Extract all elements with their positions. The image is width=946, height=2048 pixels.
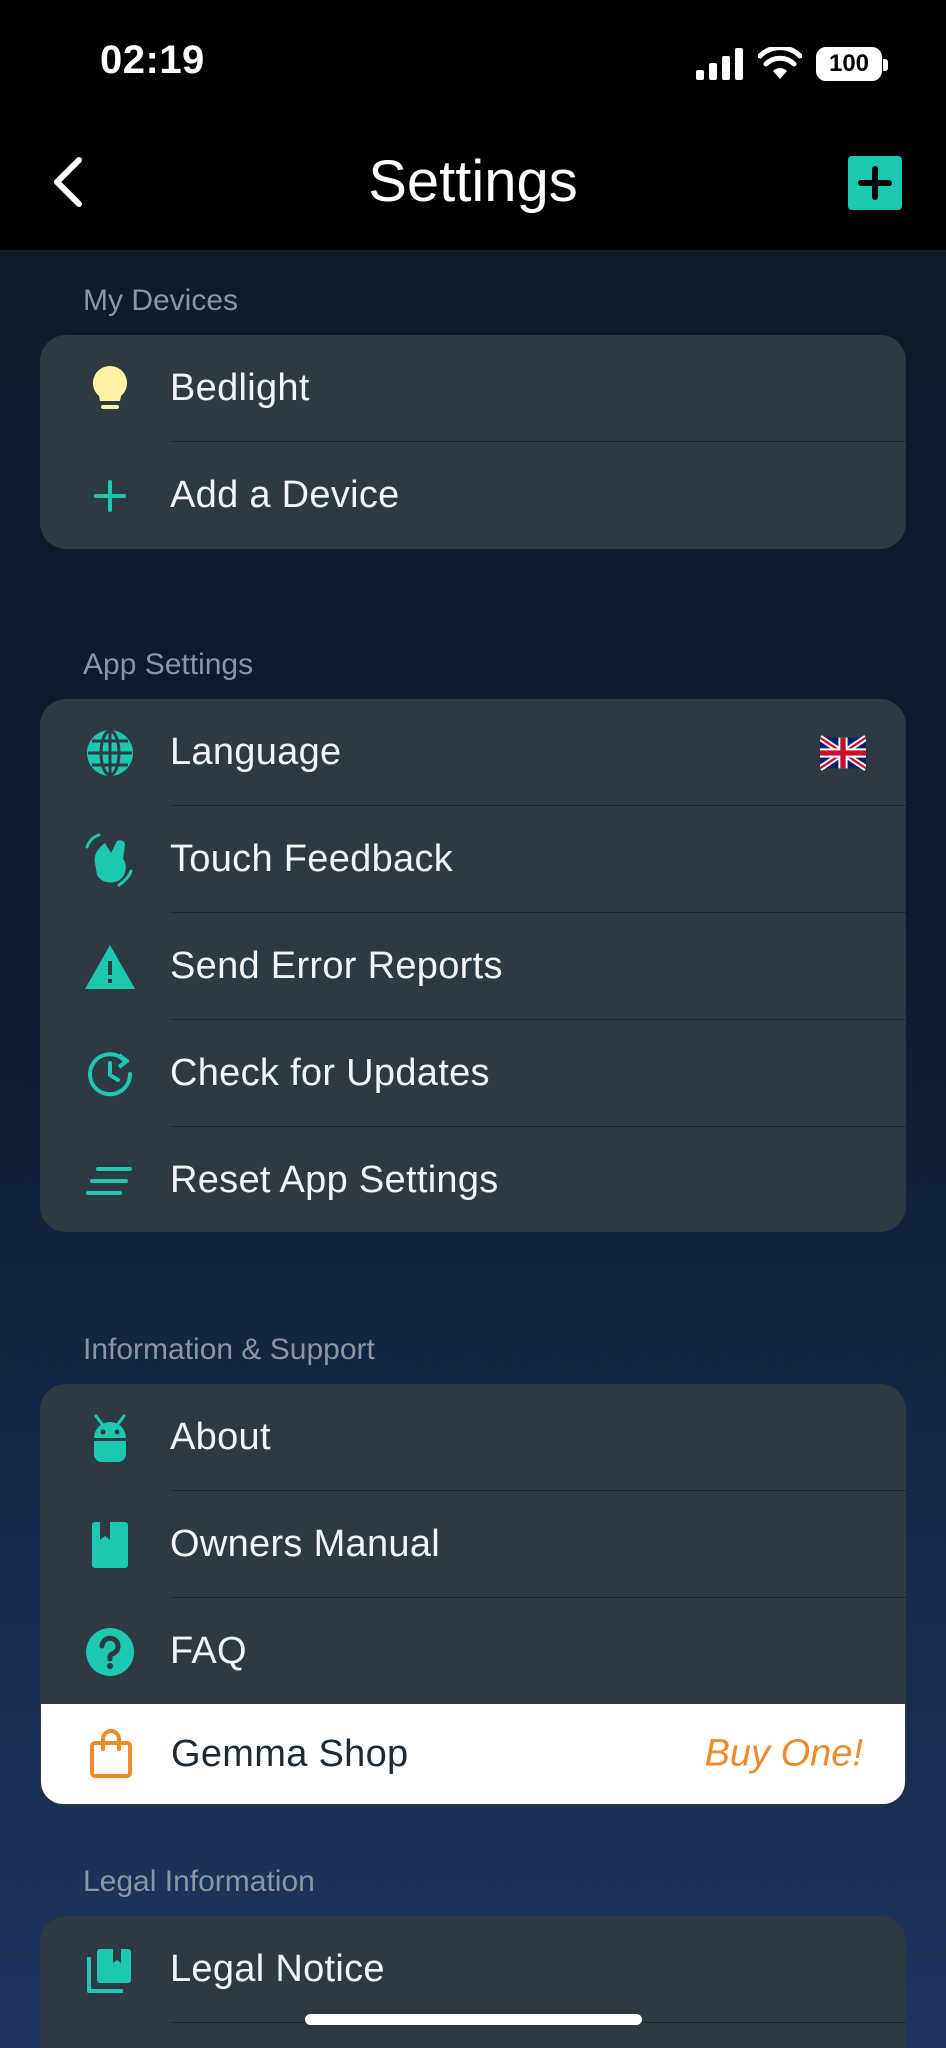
legal-row-notice[interactable]: Legal Notice — [40, 1916, 906, 2023]
add-device-row[interactable]: Add a Device — [40, 442, 906, 549]
uk-flag-icon — [820, 734, 866, 771]
globe-icon — [80, 723, 140, 783]
add-device-label: Add a Device — [170, 474, 400, 516]
lightbulb-icon — [80, 359, 140, 419]
battery-indicator: 100 — [816, 47, 888, 81]
gemma-shop-row[interactable]: Gemma Shop Buy One! — [41, 1704, 905, 1804]
setting-row-error-reports[interactable]: Send Error Reports — [40, 913, 906, 1020]
section-header-my-devices: My Devices — [83, 284, 239, 317]
book-icon — [80, 1515, 140, 1575]
android-icon — [80, 1408, 140, 1468]
reset-settings-label: Reset App Settings — [170, 1159, 499, 1201]
warning-icon — [80, 937, 140, 997]
touch-feedback-label: Touch Feedback — [170, 838, 454, 880]
waving-hand-icon — [80, 830, 140, 890]
info-row-owners-manual[interactable]: Owners Manual — [40, 1491, 906, 1598]
error-reports-label: Send Error Reports — [170, 945, 503, 987]
section-header-legal: Legal Information — [83, 1865, 315, 1898]
device-row-bedlight[interactable]: Bedlight — [40, 335, 906, 442]
owners-manual-label: Owners Manual — [170, 1523, 441, 1565]
setting-row-reset[interactable]: Reset App Settings — [40, 1127, 906, 1232]
section-header-app-settings: App Settings — [83, 648, 254, 681]
app-settings-card: Language Touch Feedback Send Error Repor… — [40, 699, 906, 1232]
info-row-about[interactable]: About — [40, 1384, 906, 1491]
question-icon — [80, 1622, 140, 1682]
legal-notice-label: Legal Notice — [170, 1948, 385, 1990]
device-label: Bedlight — [170, 367, 310, 409]
buy-one-promo: Buy One! — [704, 1732, 863, 1775]
section-header-info-support: Information & Support — [83, 1333, 375, 1366]
check-updates-label: Check for Updates — [170, 1052, 490, 1094]
status-time: 02:19 — [100, 38, 205, 82]
gemma-shop-label: Gemma Shop — [171, 1732, 409, 1775]
plus-icon — [858, 166, 892, 200]
shopping-bag-icon — [81, 1724, 141, 1784]
top-bar: 02:19 100 Settings — [0, 0, 946, 250]
legal-card: Legal Notice — [40, 1916, 906, 2048]
setting-row-language[interactable]: Language — [40, 699, 906, 806]
language-label: Language — [170, 731, 342, 773]
wifi-icon — [758, 47, 802, 79]
lines-icon — [80, 1151, 140, 1211]
add-button[interactable] — [848, 156, 902, 210]
faq-label: FAQ — [170, 1630, 247, 1672]
setting-row-touch-feedback[interactable]: Touch Feedback — [40, 806, 906, 913]
info-row-faq[interactable]: FAQ — [40, 1598, 906, 1705]
status-icons: 100 — [696, 44, 888, 84]
home-indicator — [305, 2014, 642, 2025]
plus-icon — [80, 466, 140, 526]
my-devices-card: Bedlight Add a Device — [40, 335, 906, 549]
setting-row-check-updates[interactable]: Check for Updates — [40, 1020, 906, 1127]
library-books-icon — [80, 1940, 140, 2000]
signal-icon — [696, 48, 743, 80]
refresh-clock-icon — [80, 1044, 140, 1104]
about-label: About — [170, 1416, 271, 1458]
page-title: Settings — [368, 149, 578, 214]
